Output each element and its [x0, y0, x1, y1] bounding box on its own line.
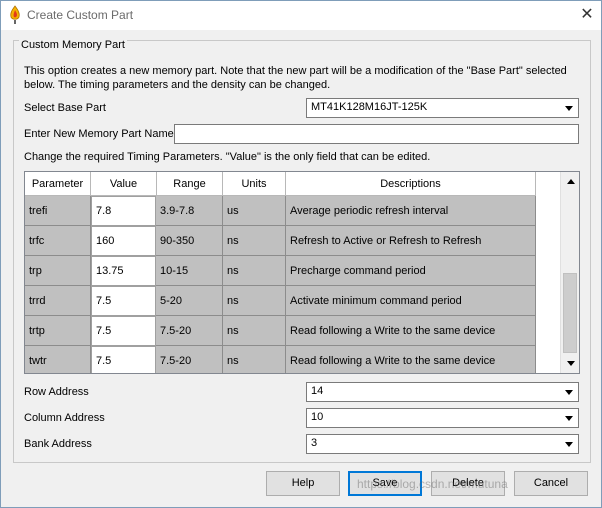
units-cell: ns	[223, 286, 286, 316]
description-cell: Refresh to Active or Refresh to Refresh	[286, 226, 536, 256]
base-part-label: Select Base Part	[24, 102, 106, 114]
column-address-value: 10	[311, 411, 324, 423]
param-cell: trfc	[25, 226, 91, 256]
range-cell: 90-350	[156, 226, 223, 256]
row-address-value: 14	[311, 385, 324, 397]
table-row: trp 13.75 10-15 ns Precharge command per…	[25, 256, 536, 286]
param-cell: trtp	[25, 316, 91, 346]
chevron-down-icon[interactable]	[561, 384, 577, 400]
table-row: trtp 7.5 7.5-20 ns Read following a Writ…	[25, 316, 536, 346]
value-input[interactable]: 7.5	[91, 286, 156, 316]
bank-address-value: 3	[311, 437, 318, 449]
table-row: trefi 7.8 3.9-7.8 us Average periodic re…	[25, 196, 536, 226]
column-address-select[interactable]: 10	[306, 408, 579, 428]
range-cell: 3.9-7.8	[156, 196, 223, 226]
units-cell: ns	[223, 316, 286, 346]
close-icon[interactable]: ✕	[577, 5, 597, 25]
value-input[interactable]: 7.8	[91, 196, 156, 226]
param-cell: twtr	[25, 346, 91, 373]
scroll-up-icon[interactable]	[562, 173, 579, 190]
value-input[interactable]: 13.75	[91, 256, 156, 286]
base-part-value: MT41K128M16JT-125K	[311, 101, 428, 113]
value-input[interactable]: 160	[91, 226, 156, 256]
row-address-label: Row Address	[24, 386, 89, 398]
chevron-down-icon[interactable]	[561, 410, 577, 426]
base-part-select[interactable]: MT41K128M16JT-125K	[306, 98, 579, 118]
units-cell: ns	[223, 256, 286, 286]
range-cell: 7.5-20	[156, 346, 223, 373]
chevron-down-icon[interactable]	[561, 436, 577, 452]
chevron-down-icon[interactable]	[561, 100, 577, 116]
bank-address-select[interactable]: 3	[306, 434, 579, 454]
param-cell: trp	[25, 256, 91, 286]
description-cell: Average periodic refresh interval	[286, 196, 536, 226]
column-header-range[interactable]: Range	[157, 172, 223, 196]
description-cell: Read following a Write to the same devic…	[286, 316, 536, 346]
range-cell: 7.5-20	[156, 316, 223, 346]
group-legend: Custom Memory Part	[19, 39, 127, 51]
units-cell: us	[223, 196, 286, 226]
column-header-units[interactable]: Units	[223, 172, 286, 196]
column-header-value[interactable]: Value	[91, 172, 157, 196]
help-button[interactable]: Help	[266, 471, 340, 496]
column-header-parameter[interactable]: Parameter	[25, 172, 91, 196]
watermark-text: https://blog.csdn.net/mutuna	[357, 477, 508, 491]
units-cell: ns	[223, 346, 286, 373]
table-scrollbar[interactable]	[560, 172, 579, 373]
scroll-down-icon[interactable]	[562, 355, 579, 372]
new-part-name-input[interactable]	[174, 124, 579, 144]
title-bar[interactable]: Create Custom Part ✕	[1, 1, 601, 30]
range-cell: 10-15	[156, 256, 223, 286]
param-cell: trefi	[25, 196, 91, 226]
app-icon	[10, 5, 20, 24]
timing-table: Parameter Value Range Units Descriptions…	[24, 171, 580, 374]
description-cell: Precharge command period	[286, 256, 536, 286]
value-input[interactable]: 7.5	[91, 346, 156, 373]
param-cell: trrd	[25, 286, 91, 316]
description-cell: Activate minimum command period	[286, 286, 536, 316]
new-part-name-label: Enter New Memory Part Name	[24, 128, 174, 140]
column-header-descriptions[interactable]: Descriptions	[286, 172, 536, 196]
table-row: trrd 7.5 5-20 ns Activate minimum comman…	[25, 286, 536, 316]
column-address-label: Column Address	[24, 412, 105, 424]
description-cell: Read following a Write to the same devic…	[286, 346, 536, 373]
value-input[interactable]: 7.5	[91, 316, 156, 346]
cancel-button[interactable]: Cancel	[514, 471, 588, 496]
timing-note: Change the required Timing Parameters. "…	[24, 151, 431, 163]
scroll-thumb[interactable]	[563, 273, 577, 353]
units-cell: ns	[223, 226, 286, 256]
intro-text: This option creates a new memory part. N…	[24, 65, 567, 91]
dialog-window: Create Custom Part ✕ Custom Memory Part …	[0, 0, 602, 508]
window-title: Create Custom Part	[27, 8, 134, 22]
table-row: twtr 7.5 7.5-20 ns Read following a Writ…	[25, 346, 536, 373]
row-address-select[interactable]: 14	[306, 382, 579, 402]
bank-address-label: Bank Address	[24, 438, 92, 450]
range-cell: 5-20	[156, 286, 223, 316]
table-row: trfc 160 90-350 ns Refresh to Active or …	[25, 226, 536, 256]
